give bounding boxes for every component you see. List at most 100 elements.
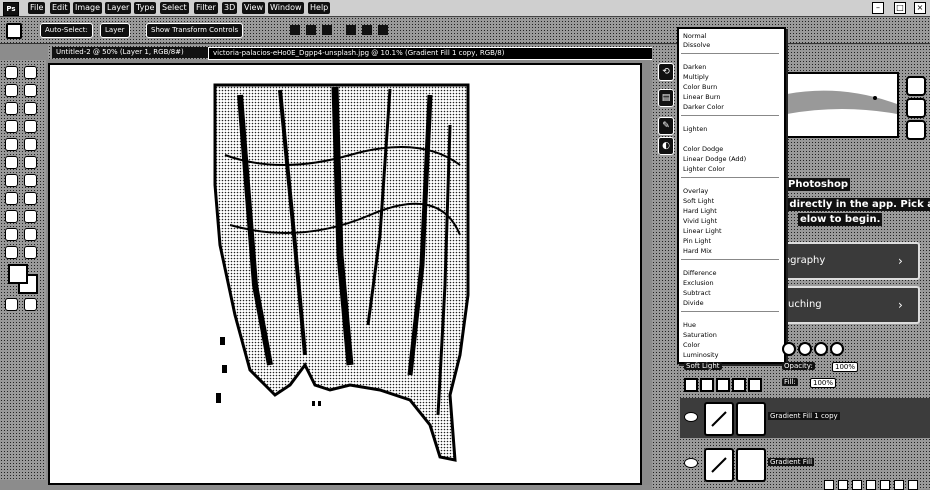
menu-help[interactable]: Help — [308, 2, 331, 14]
document-canvas[interactable] — [48, 63, 642, 485]
type-tool-icon[interactable] — [5, 210, 18, 223]
blend-option[interactable]: Vivid Light — [683, 217, 717, 225]
brush-tool-icon[interactable] — [5, 138, 18, 151]
close-icon[interactable]: × — [914, 2, 926, 14]
marquee-tool-icon[interactable] — [5, 84, 18, 97]
blend-option[interactable]: Overlay — [683, 187, 708, 195]
brush-panel-icon[interactable]: ✎ — [658, 117, 674, 135]
blend-mode-dropdown[interactable]: Normal Dissolve Darken Multiply Color Bu… — [677, 27, 786, 364]
menu-image[interactable]: Image — [73, 2, 103, 14]
lock-position-icon[interactable] — [716, 378, 730, 392]
menu-select[interactable]: Select — [160, 2, 189, 14]
blend-option[interactable]: Linear Light — [683, 227, 722, 235]
blend-option[interactable]: Linear Burn — [683, 93, 721, 101]
screen-mode-icon[interactable] — [24, 298, 37, 311]
blend-option[interactable]: Darken — [683, 63, 706, 71]
show-transform-controls-checkbox[interactable]: Show Transform Controls — [146, 23, 244, 38]
tab-untitled-2[interactable]: Untitled-2 @ 50% (Layer 1, RGB/8#) — [52, 47, 210, 58]
adjustments-panel-icon[interactable]: ◐ — [658, 137, 674, 155]
artboard-tool-icon[interactable] — [24, 66, 37, 79]
align-bottom-icon[interactable] — [378, 25, 388, 35]
foreground-color-swatch[interactable] — [8, 264, 28, 284]
properties-panel-icon[interactable]: ▤ — [658, 89, 674, 107]
hand-tool-icon[interactable] — [24, 228, 37, 241]
blend-option[interactable]: Subtract — [683, 289, 711, 297]
blur-tool-icon[interactable] — [24, 174, 37, 187]
blend-option[interactable]: Multiply — [683, 73, 709, 81]
align-top-icon[interactable] — [346, 25, 356, 35]
blend-option[interactable]: Lighter Color — [683, 165, 725, 173]
menu-file[interactable]: File — [28, 2, 46, 14]
align-right-icon[interactable] — [322, 25, 332, 35]
panel-option-icon[interactable] — [906, 76, 926, 96]
layer-row[interactable]: Gradient Fill — [680, 444, 930, 484]
blend-option[interactable]: Divide — [683, 299, 704, 307]
blend-option[interactable]: Hard Light — [683, 207, 717, 215]
lasso-tool-icon[interactable] — [24, 84, 37, 97]
align-center-icon[interactable] — [306, 25, 316, 35]
blend-option[interactable]: Color Dodge — [683, 145, 723, 153]
maximize-icon[interactable]: □ — [894, 2, 906, 14]
blend-option[interactable]: Linear Dodge (Add) — [683, 155, 746, 163]
visibility-eye-icon[interactable] — [684, 458, 698, 468]
lock-transparency-icon[interactable] — [684, 378, 698, 392]
gradient-tool-icon[interactable] — [5, 174, 18, 187]
filter-shape-icon[interactable] — [830, 342, 844, 356]
photoshop-logo-icon[interactable]: Ps — [3, 2, 19, 16]
blend-option[interactable]: Dissolve — [683, 41, 710, 49]
tab-victoria-image[interactable]: victoria-palacios-eHo0E_Dgpp4-unsplash.j… — [208, 47, 658, 60]
quick-mask-icon[interactable] — [5, 298, 18, 311]
healing-brush-tool-icon[interactable] — [24, 120, 37, 133]
shape-tool-icon[interactable] — [5, 228, 18, 241]
blend-option[interactable]: Pin Light — [683, 237, 711, 245]
blend-option[interactable]: Soft Light — [683, 197, 714, 205]
filter-type-icon[interactable] — [814, 342, 828, 356]
auto-select-target-dropdown[interactable]: Layer — [100, 23, 130, 38]
minimize-icon[interactable]: – — [872, 2, 884, 14]
history-brush-tool-icon[interactable] — [5, 156, 18, 169]
blend-option[interactable]: Difference — [683, 269, 717, 277]
eraser-tool-icon[interactable] — [24, 156, 37, 169]
blend-option[interactable]: Hue — [683, 321, 696, 329]
layer-mask-thumbnail[interactable] — [736, 448, 766, 482]
blend-option[interactable]: Color Burn — [683, 83, 717, 91]
menu-layer[interactable]: Layer — [105, 2, 132, 14]
align-left-icon[interactable] — [290, 25, 300, 35]
layer-blend-mode-select[interactable]: Soft Light — [684, 362, 722, 370]
zoom-tool-icon[interactable] — [5, 246, 18, 259]
layer-row-selected[interactable]: Gradient Fill 1 copy — [680, 398, 930, 438]
lock-pixels-icon[interactable] — [700, 378, 714, 392]
auto-select-checkbox[interactable]: Auto-Select: — [40, 23, 93, 38]
blend-option[interactable]: Saturation — [683, 331, 717, 339]
eyedropper-tool-icon[interactable] — [5, 120, 18, 133]
layer-mask-thumbnail[interactable] — [736, 402, 766, 436]
path-selection-tool-icon[interactable] — [24, 210, 37, 223]
menu-filter[interactable]: Filter — [194, 2, 218, 14]
blend-option[interactable]: Hard Mix — [683, 247, 712, 255]
layer-name[interactable]: Gradient Fill 1 copy — [768, 412, 840, 420]
blend-option[interactable]: Lighten — [683, 125, 707, 133]
dodge-tool-icon[interactable] — [5, 192, 18, 205]
align-middle-icon[interactable] — [362, 25, 372, 35]
crop-tool-icon[interactable] — [24, 102, 37, 115]
pen-tool-icon[interactable] — [24, 192, 37, 205]
quick-select-tool-icon[interactable] — [5, 102, 18, 115]
blend-option[interactable]: Screen — [683, 135, 705, 143]
fill-input[interactable]: 100% — [810, 378, 837, 388]
panel-option-icon-2[interactable] — [906, 98, 926, 118]
filter-toggle-icon[interactable] — [782, 342, 796, 356]
filter-adjust-icon[interactable] — [798, 342, 812, 356]
blend-option[interactable]: Exclusion — [683, 279, 714, 287]
layer-name[interactable]: Gradient Fill — [768, 458, 815, 466]
lock-artboard-icon[interactable] — [732, 378, 746, 392]
menu-view[interactable]: View — [242, 2, 265, 14]
visibility-eye-icon[interactable] — [684, 412, 698, 422]
menu-edit[interactable]: Edit — [50, 2, 70, 14]
move-tool-icon[interactable] — [5, 66, 18, 79]
panel-option-icon-3[interactable] — [906, 120, 926, 140]
blend-option[interactable]: Normal — [683, 32, 707, 40]
edit-toolbar-icon[interactable] — [24, 246, 37, 259]
move-tool-icon[interactable] — [6, 23, 22, 39]
clone-stamp-tool-icon[interactable] — [24, 138, 37, 151]
lock-all-icon[interactable] — [748, 378, 762, 392]
